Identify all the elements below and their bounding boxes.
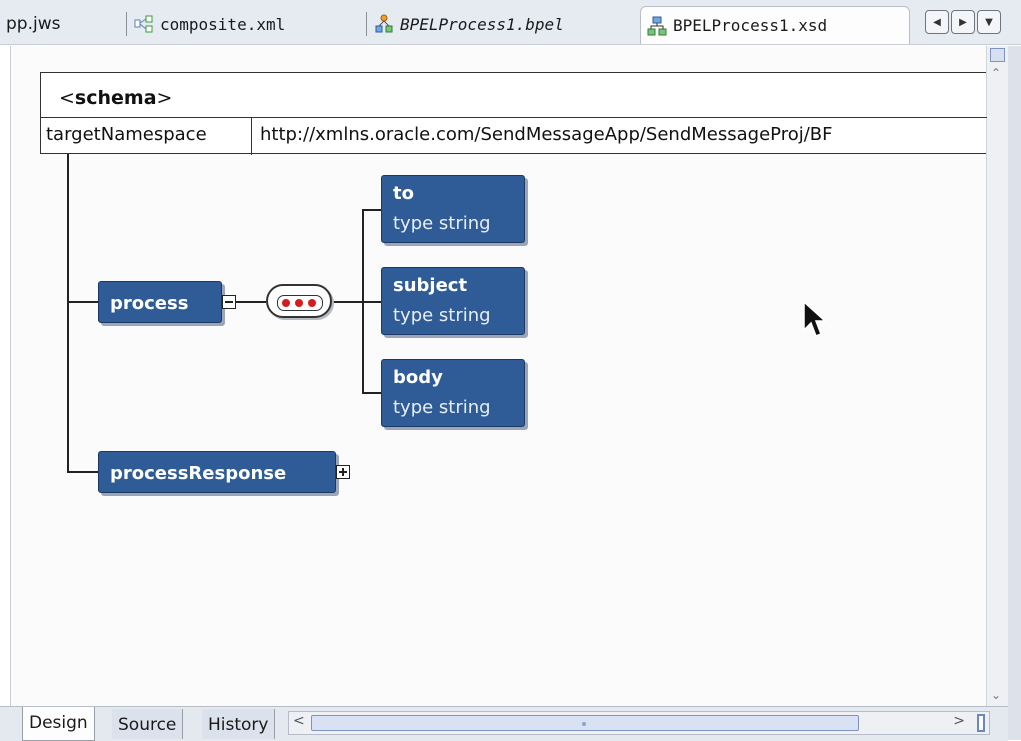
mouse-pointer-icon (803, 300, 827, 337)
schema-title: <schema> (59, 87, 172, 109)
connector-to (362, 209, 382, 211)
vertical-scrollbar[interactable]: ⌃ ⌄ (986, 46, 1009, 706)
element-name: subject (393, 275, 468, 296)
tab-label: pp.jws (6, 14, 61, 34)
scroll-grip-icon (582, 722, 586, 726)
tab-navigation: ◀ ▶ ▼ (925, 10, 1001, 34)
tab-list-button[interactable]: ▼ (977, 10, 1001, 34)
tab-label: BPELProcess1.bpel (400, 14, 564, 34)
element-subject[interactable]: subject type string (381, 267, 525, 335)
scroll-end-icon[interactable] (977, 714, 985, 732)
element-type: type string (393, 213, 491, 234)
horizontal-scroll-thumb[interactable] (311, 715, 859, 731)
tab-label: BPELProcess1.xsd (673, 16, 828, 35)
schema-header[interactable]: <schema> targetNamespace http://xmlns.or… (40, 72, 987, 155)
namespace-key: targetNamespace (40, 118, 252, 155)
sequence-dot (308, 299, 316, 307)
chevron-left-icon: ◀ (933, 16, 941, 28)
tab-history[interactable]: History (202, 709, 276, 739)
collapse-toggle-icon[interactable] (222, 295, 236, 309)
scroll-down-icon[interactable]: ⌄ (991, 688, 1001, 702)
schema-name: schema (74, 87, 157, 109)
bpel-process-icon (375, 14, 393, 33)
editor-tab-bar: pp.jws composite.xml BPELProcess1.bpel B… (0, 0, 1021, 45)
element-body[interactable]: body type string (381, 359, 525, 427)
tab-separator (126, 12, 127, 36)
scroll-left-icon[interactable]: < (293, 713, 305, 729)
sequence-dot (295, 299, 303, 307)
tab-label: composite.xml (160, 14, 286, 34)
connector-process-sequence (236, 301, 266, 303)
element-name: process (110, 293, 189, 314)
element-type: type string (393, 397, 491, 418)
tab-source[interactable]: Source (112, 709, 184, 739)
connector-process-response (67, 471, 99, 473)
sequence-icon (277, 295, 323, 311)
xsd-schema-icon (647, 16, 667, 35)
tab-design[interactable]: Design (22, 707, 95, 741)
connector-subject (362, 301, 382, 303)
scroll-right-icon[interactable]: > (953, 713, 965, 729)
next-tab-button[interactable]: ▶ (951, 10, 975, 34)
connector-body (362, 392, 382, 394)
sequence-dot (282, 299, 290, 307)
element-to[interactable]: to type string (381, 175, 525, 243)
editor-bottom-bar: Design Source History < > (0, 706, 1008, 741)
tree-trunk-line (67, 154, 69, 472)
tab-separator (366, 12, 367, 36)
horizontal-scrollbar[interactable]: < > (288, 711, 990, 735)
element-name: processResponse (110, 463, 287, 484)
schema-close-bracket: > (156, 87, 173, 109)
element-name: body (393, 367, 443, 388)
vertical-scroll-thumb[interactable] (990, 48, 1005, 62)
chevron-right-icon: ▶ (959, 16, 967, 28)
previous-tab-button[interactable]: ◀ (925, 10, 949, 34)
namespace-row: targetNamespace http://xmlns.oracle.com/… (40, 117, 987, 155)
panel-edge (1008, 46, 1021, 740)
expand-toggle-icon[interactable] (336, 465, 350, 479)
composite-icon (134, 15, 153, 33)
element-process[interactable]: process (98, 281, 222, 323)
sequence-compositor[interactable] (266, 284, 332, 318)
namespace-value: http://xmlns.oracle.com/SendMessageApp/S… (260, 124, 833, 145)
tab-bpel-xsd-active[interactable]: BPELProcess1.xsd (640, 6, 910, 44)
connector-process (67, 301, 99, 303)
tab-bpel-process[interactable]: BPELProcess1.bpel (366, 8, 564, 40)
element-name: to (393, 183, 414, 204)
chevron-down-icon: ▼ (985, 16, 993, 28)
element-process-response[interactable]: processResponse (98, 451, 336, 493)
schema-open-bracket: < (59, 87, 75, 109)
element-type: type string (393, 305, 491, 326)
scroll-up-icon[interactable]: ⌃ (991, 66, 1001, 80)
tab-app-jws[interactable]: pp.jws (6, 8, 60, 40)
tab-composite-xml[interactable]: composite.xml (126, 8, 286, 40)
connector-sequence-branch (332, 301, 364, 303)
